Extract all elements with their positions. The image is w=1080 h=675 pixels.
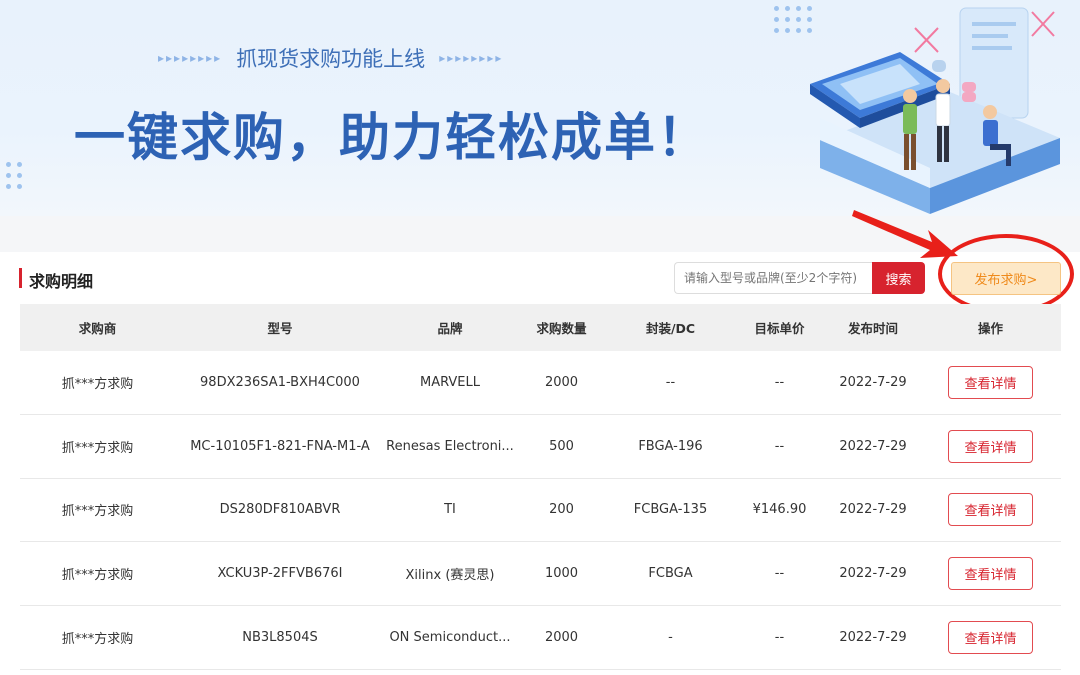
banner-subtitle: 抓现货求购功能上线 [236, 47, 426, 71]
package-cell: FCBGA [648, 566, 693, 582]
price-cell: -- [774, 566, 785, 582]
price-cell: -- [774, 438, 785, 454]
section-title: 求购明细 [29, 272, 94, 291]
col-price-header: 目标单价 [754, 321, 805, 336]
action-cell: 查看详情 [920, 557, 1061, 591]
section-accent-bar [19, 268, 22, 288]
buyer-cell: 抓***方求购 [61, 632, 134, 648]
date-cell: 2022-7-29 [839, 374, 907, 390]
col-package-header: 封装/DC [645, 321, 696, 336]
buyer-cell: 抓***方求购 [61, 504, 134, 520]
table-row: 抓***方求购 98DX236SA1-BXH4C000 MARVELL 2000… [20, 351, 1061, 415]
buyer-cell: 抓***方求购 [61, 376, 134, 392]
action-cell: 查看详情 [920, 493, 1061, 527]
decorative-dots [6, 162, 22, 189]
brand-cell: Xilinx (赛灵思) [405, 568, 495, 584]
date-cell: 2022-7-29 [839, 438, 907, 454]
banner-subline: ▸▸▸▸▸▸▸▸ 抓现货求购功能上线 ▸▸▸▸▸▸▸▸ [158, 44, 598, 72]
model-cell: XCKU3P-2FFVB676I [217, 566, 343, 582]
banner-headline: 一键求购，助力轻松成单！ [74, 109, 711, 168]
buyer-cell: 抓***方求购 [61, 440, 134, 456]
model-cell: MC-10105F1-821-FNA-M1-A [190, 438, 370, 454]
table-row: 抓***方求购 XCKU3P-2FFVB676I Xilinx (赛灵思) 10… [20, 542, 1061, 607]
view-details-button[interactable]: 查看详情 [948, 493, 1033, 527]
business-illustration [810, 7, 1060, 214]
model-cell: NB3L8504S [242, 630, 318, 646]
action-cell: 查看详情 [920, 365, 1061, 399]
col-model-header: 型号 [267, 321, 293, 336]
promo-banner: ▸▸▸▸▸▸▸▸ 抓现货求购功能上线 ▸▸▸▸▸▸▸▸ 一键求购，助力轻松成单！ [0, 0, 1080, 216]
qty-cell: 200 [549, 502, 574, 518]
view-details-button[interactable]: 查看详情 [948, 429, 1033, 463]
date-cell: 2022-7-29 [839, 502, 907, 518]
package-cell: FBGA-196 [638, 438, 703, 454]
package-cell: -- [665, 374, 676, 390]
table-header: 求购商 型号 品牌 求购数量 封装/DC 目标单价 发布时间 操作 [20, 304, 1061, 351]
brand-cell: Renesas Electroni... [386, 438, 514, 454]
brand-cell: ON Semiconduct... [389, 630, 511, 646]
table-row: 抓***方求购 NB3L8504S ON Semiconduct... 2000… [20, 606, 1061, 670]
price-cell: ¥146.90 [752, 502, 807, 518]
model-cell: 98DX236SA1-BXH4C000 [200, 374, 360, 390]
view-details-button[interactable]: 查看详情 [948, 621, 1033, 655]
brand-cell: TI [444, 502, 456, 518]
qty-cell: 2000 [544, 374, 579, 390]
search-input[interactable] [674, 262, 872, 294]
price-cell: -- [774, 374, 785, 390]
col-date-header: 发布时间 [847, 321, 898, 336]
model-cell: DS280DF810ABVR [219, 502, 341, 518]
col-action-header: 操作 [977, 321, 1003, 336]
arrow-decoration-icon: ▸▸▸▸▸▸▸▸ [158, 51, 223, 65]
view-details-button[interactable]: 查看详情 [948, 557, 1033, 591]
qty-cell: 2000 [544, 630, 579, 646]
col-qty-header: 求购数量 [536, 321, 587, 336]
date-cell: 2022-7-29 [839, 566, 907, 582]
arrow-decoration-icon: ▸▸▸▸▸▸▸▸ [439, 51, 504, 65]
package-cell: FCBGA-135 [633, 502, 708, 518]
search-button[interactable]: 搜索 [872, 262, 925, 294]
col-buyer-header: 求购商 [78, 321, 117, 336]
brand-cell: MARVELL [419, 374, 481, 390]
view-details-button[interactable]: 查看详情 [948, 365, 1033, 399]
price-cell: -- [774, 630, 785, 646]
table-row: 抓***方求购 DS280DF810ABVR TI 200 FCBGA-135 … [20, 479, 1061, 543]
qty-cell: 500 [549, 438, 574, 454]
col-brand-header: 品牌 [437, 321, 463, 336]
action-cell: 查看详情 [920, 621, 1061, 655]
purchase-table: 求购商 型号 品牌 求购数量 封装/DC 目标单价 发布时间 操作 抓***方求… [20, 304, 1061, 670]
qty-cell: 1000 [544, 566, 579, 582]
buyer-cell: 抓***方求购 [61, 568, 134, 584]
action-cell: 查看详情 [920, 429, 1061, 463]
date-cell: 2022-7-29 [839, 630, 907, 646]
publish-request-button[interactable]: 发布求购> [951, 262, 1061, 295]
package-cell: - [668, 630, 673, 646]
table-row: 抓***方求购 MC-10105F1-821-FNA-M1-A Renesas … [20, 415, 1061, 479]
